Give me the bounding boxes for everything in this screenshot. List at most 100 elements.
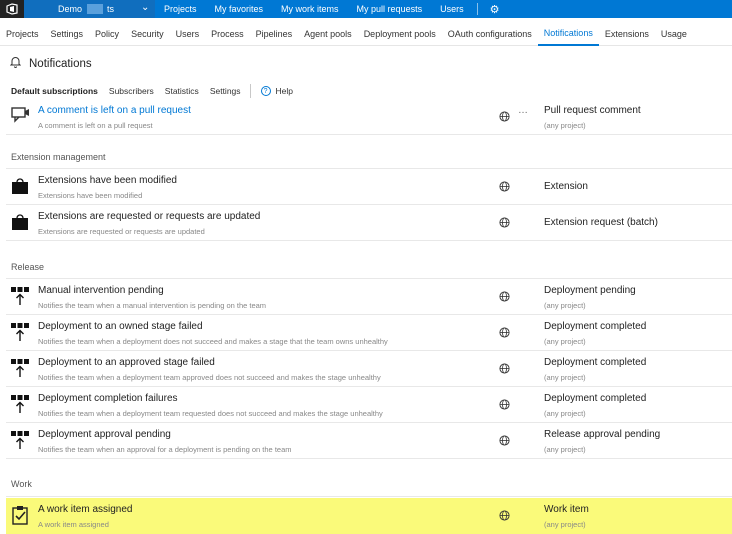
- subscription-description: Notifies the team when a deployment team…: [38, 373, 381, 382]
- organization-name: Demo ts: [58, 4, 115, 14]
- page-title: Notifications: [29, 57, 92, 70]
- subtab-statistics[interactable]: Statistics: [165, 86, 199, 96]
- release-icon: [11, 395, 29, 413]
- organization-selector[interactable]: Demo ts ⌄: [24, 0, 155, 18]
- globe-icon: [499, 363, 510, 374]
- comment-icon: [11, 107, 29, 123]
- event-type: Deployment completed: [544, 357, 647, 368]
- divider: [476, 3, 478, 15]
- event-type: Extension: [544, 181, 588, 192]
- subscription-title[interactable]: Deployment to an approved stage failed: [38, 357, 215, 368]
- nav-projects[interactable]: Projects: [155, 0, 206, 18]
- project-scope: (any project): [544, 373, 586, 382]
- globe-icon: [499, 217, 510, 228]
- subscription-description: Extensions are requested or requests are…: [38, 227, 205, 236]
- subtab-default-subscriptions[interactable]: Default subscriptions: [11, 86, 98, 96]
- section-header-release: Release: [11, 262, 45, 272]
- project-scope: (any project): [544, 121, 586, 130]
- nav-my-work-items[interactable]: My work items: [272, 0, 348, 18]
- tab-policy[interactable]: Policy: [89, 22, 125, 46]
- list-item[interactable]: A work item assigned A work item assigne…: [6, 498, 732, 534]
- event-type: Release approval pending: [544, 429, 661, 440]
- admin-tabs: Projects Settings Policy Security Users …: [0, 22, 732, 46]
- event-type: Deployment pending: [544, 285, 636, 296]
- gear-icon[interactable]: ⚙: [484, 3, 506, 16]
- chevron-down-icon: ⌄: [141, 2, 150, 13]
- more-options-icon[interactable]: …: [518, 105, 528, 116]
- release-icon: [11, 431, 29, 449]
- list-item[interactable]: Deployment completion failures Notifies …: [6, 387, 732, 423]
- globe-icon: [499, 181, 510, 192]
- tab-oauth-configurations[interactable]: OAuth configurations: [442, 22, 538, 46]
- subscription-description: Notifies the team when a deployment team…: [38, 409, 383, 418]
- list-item[interactable]: Extensions have been modified Extensions…: [6, 169, 732, 205]
- shopping-bag-icon: [12, 214, 28, 230]
- page-header: Notifications: [9, 56, 92, 71]
- list-item[interactable]: Manual intervention pending Notifies the…: [6, 279, 732, 315]
- globe-icon: [499, 510, 510, 521]
- subscription-title[interactable]: Manual intervention pending: [38, 285, 164, 296]
- project-scope: (any project): [544, 445, 586, 454]
- project-scope: (any project): [544, 520, 586, 529]
- clipboard-check-icon: [12, 506, 28, 525]
- subscription-description: Extensions have been modified: [38, 191, 143, 200]
- event-type: Work item: [544, 504, 589, 515]
- project-scope: (any project): [544, 337, 586, 346]
- list-item[interactable]: Deployment to an owned stage failed Noti…: [6, 315, 732, 351]
- subscription-title[interactable]: A work item assigned: [38, 504, 133, 515]
- subscription-description: Notifies the team when a deployment does…: [38, 337, 388, 346]
- subscription-title[interactable]: Deployment approval pending: [38, 429, 171, 440]
- tab-pipelines[interactable]: Pipelines: [250, 22, 299, 46]
- tab-deployment-pools[interactable]: Deployment pools: [358, 22, 442, 46]
- azure-devops-logo[interactable]: [0, 0, 24, 18]
- list-item[interactable]: A comment is left on a pull request A co…: [6, 105, 732, 135]
- help-link[interactable]: ? Help: [260, 86, 294, 96]
- subtab-settings[interactable]: Settings: [210, 86, 241, 96]
- subscription-title[interactable]: Deployment completion failures: [38, 393, 178, 404]
- list-item[interactable]: Deployment to an approved stage failed N…: [6, 351, 732, 387]
- globe-icon: [499, 291, 510, 302]
- help-icon: ?: [260, 86, 271, 96]
- release-icon: [11, 323, 29, 341]
- nav-users[interactable]: Users: [431, 0, 473, 18]
- project-scope: (any project): [544, 301, 586, 310]
- subscriptions-list: A comment is left on a pull request A co…: [0, 105, 732, 534]
- nav-my-pull-requests[interactable]: My pull requests: [348, 0, 432, 18]
- redaction-mark: [87, 4, 103, 14]
- subscription-title[interactable]: A comment is left on a pull request: [38, 105, 191, 116]
- event-type: Pull request comment: [544, 105, 641, 116]
- tab-usage[interactable]: Usage: [655, 22, 693, 46]
- globe-icon: [499, 111, 510, 122]
- notification-subtabs: Default subscriptions Subscribers Statis…: [11, 83, 293, 99]
- tab-agent-pools[interactable]: Agent pools: [298, 22, 358, 46]
- tab-extensions[interactable]: Extensions: [599, 22, 655, 46]
- project-scope: (any project): [544, 409, 586, 418]
- globe-icon: [499, 327, 510, 338]
- subscription-title[interactable]: Deployment to an owned stage failed: [38, 321, 203, 332]
- event-type: Deployment completed: [544, 321, 647, 332]
- tab-notifications[interactable]: Notifications: [537, 22, 599, 46]
- subscription-title[interactable]: Extensions have been modified: [38, 175, 177, 186]
- nav-my-favorites[interactable]: My favorites: [206, 0, 273, 18]
- tab-projects[interactable]: Projects: [0, 22, 45, 46]
- event-type: Deployment completed: [544, 393, 647, 404]
- help-label: Help: [275, 86, 294, 96]
- divider: [249, 84, 251, 98]
- event-type: Extension request (batch): [544, 217, 658, 228]
- tab-security[interactable]: Security: [125, 22, 170, 46]
- tab-process[interactable]: Process: [205, 22, 250, 46]
- subscription-description: A comment is left on a pull request: [38, 121, 153, 130]
- section-header-extension-management: Extension management: [11, 152, 106, 162]
- shopping-bag-icon: [12, 178, 28, 194]
- divider: [6, 496, 732, 497]
- tab-settings[interactable]: Settings: [45, 22, 90, 46]
- list-item[interactable]: Deployment approval pending Notifies the…: [6, 423, 732, 459]
- subscription-title[interactable]: Extensions are requested or requests are…: [38, 211, 260, 222]
- top-navigation-bar: Demo ts ⌄ Projects My favorites My work …: [0, 0, 732, 18]
- subscription-description: Notifies the team when an approval for a…: [38, 445, 292, 454]
- subtab-subscribers[interactable]: Subscribers: [109, 86, 154, 96]
- tab-users[interactable]: Users: [170, 22, 206, 46]
- list-item[interactable]: Extensions are requested or requests are…: [6, 205, 732, 241]
- globe-icon: [499, 435, 510, 446]
- bell-icon: [9, 56, 22, 71]
